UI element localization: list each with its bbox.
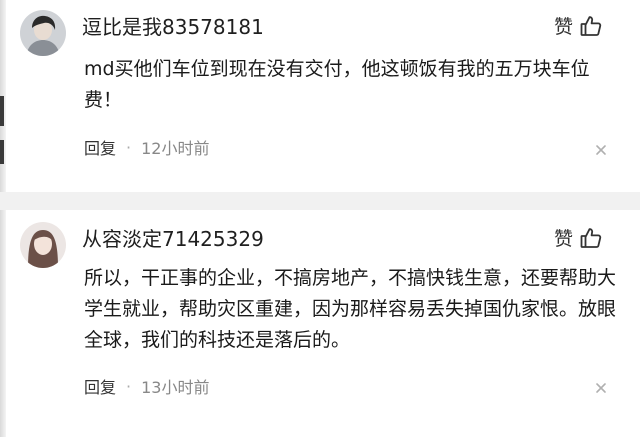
like-button[interactable]: 赞 — [554, 224, 603, 251]
avatar[interactable] — [20, 222, 66, 268]
close-icon[interactable] — [594, 380, 608, 394]
close-icon[interactable] — [594, 142, 608, 156]
comment-meta: 回复 · 13小时前 — [84, 374, 209, 398]
thumbs-up-icon — [579, 226, 603, 250]
comment-divider — [0, 192, 640, 210]
thumbs-up-icon — [579, 14, 603, 38]
comment-item: 逗比是我83578181 赞 md买他们车位到现在没有交付，他这顿饭有我的五万块… — [0, 0, 640, 190]
comment-item: 从容淡定71425329 赞 所以，干正事的企业，不搞房地产，不搞快钱生意，还要… — [0, 210, 640, 437]
comment-text: md买他们车位到现在没有交付，他这顿饭有我的五万块车位费！ — [84, 58, 590, 111]
username[interactable]: 从容淡定71425329 — [82, 223, 264, 252]
avatar[interactable] — [20, 10, 66, 56]
comment-meta: 回复 · 12小时前 — [84, 135, 209, 159]
like-button[interactable]: 赞 — [554, 12, 603, 39]
reply-button[interactable]: 回复 — [84, 135, 116, 159]
comment-text: 所以，干正事的企业，不搞房地产，不搞快钱生意，还要帮助大学生就业，帮助灾区重建，… — [84, 267, 617, 351]
like-label: 赞 — [554, 16, 574, 38]
meta-separator: · — [126, 137, 132, 157]
username[interactable]: 逗比是我83578181 — [82, 11, 264, 40]
reply-button[interactable]: 回复 — [84, 374, 116, 398]
timestamp: 13小时前 — [141, 378, 210, 397]
timestamp: 12小时前 — [141, 139, 210, 158]
like-label: 赞 — [554, 228, 574, 250]
meta-separator: · — [126, 376, 132, 396]
